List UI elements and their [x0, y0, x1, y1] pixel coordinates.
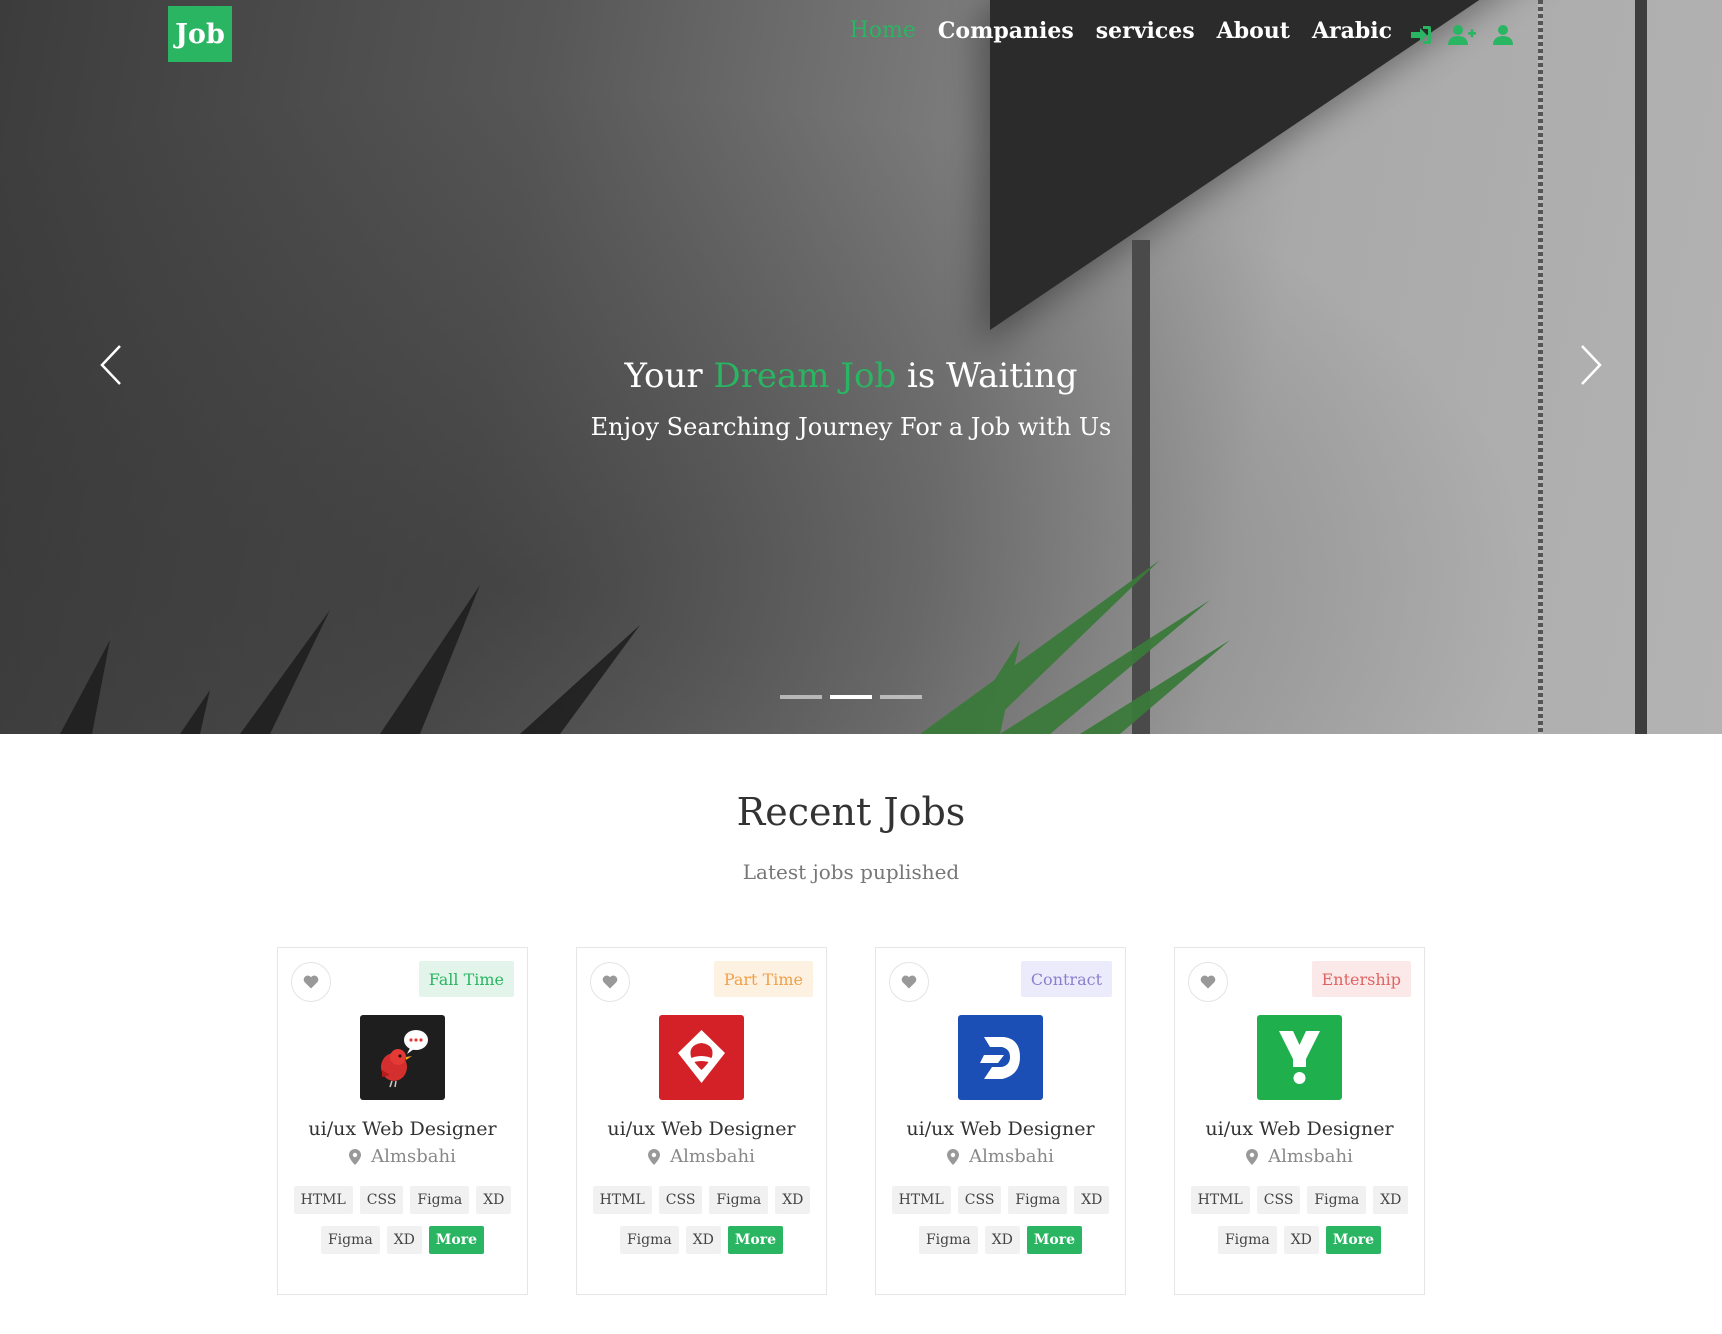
skill-tag: Figma [1008, 1186, 1068, 1214]
skill-tag: XD [1373, 1186, 1409, 1214]
skill-tags: HTML CSS Figma XD [278, 1186, 527, 1214]
job-location-text: Almsbahi [371, 1146, 456, 1167]
nav-home[interactable]: Home [850, 18, 916, 44]
job-card[interactable]: Fall Time ui/ux Web Designer Almsbahi HT… [277, 947, 528, 1295]
skill-tag: XD [386, 1226, 422, 1254]
skill-tag: Figma [709, 1186, 769, 1214]
heart-icon[interactable] [1188, 962, 1228, 1002]
skill-tag: XD [984, 1226, 1020, 1254]
skill-tags: HTML CSS Figma XD [1175, 1186, 1424, 1214]
job-card[interactable]: Part Time ui/ux Web Designer Almsbahi HT… [576, 947, 827, 1295]
carousel-indicator-1[interactable] [780, 695, 822, 699]
nav-account-icons [1407, 22, 1517, 48]
skill-tag: CSS [359, 1186, 404, 1214]
more-button[interactable]: More [1026, 1226, 1083, 1254]
skill-tag: XD [685, 1226, 721, 1254]
skill-tag: CSS [1256, 1186, 1301, 1214]
job-title[interactable]: ui/ux Web Designer [577, 1118, 826, 1140]
job-type-badge: Entership [1311, 961, 1411, 997]
recent-jobs-title: Recent Jobs [736, 790, 966, 834]
heart-icon[interactable] [590, 962, 630, 1002]
map-pin-icon [947, 1148, 960, 1165]
skill-tag: Figma [320, 1226, 380, 1254]
skill-tags: Figma XD More [876, 1226, 1125, 1254]
job-location-text: Almsbahi [1268, 1146, 1353, 1167]
skill-tags: HTML CSS Figma XD [876, 1186, 1125, 1214]
skill-tag: XD [1283, 1226, 1319, 1254]
nav-services[interactable]: services [1096, 18, 1195, 44]
sign-in-icon[interactable] [1407, 22, 1435, 48]
skill-tag: HTML [592, 1186, 652, 1214]
company-logo [659, 1015, 744, 1100]
job-location-text: Almsbahi [670, 1146, 755, 1167]
carousel-indicator-2[interactable] [830, 695, 872, 699]
skill-tags: Figma XD More [278, 1226, 527, 1254]
skill-tags: Figma XD More [577, 1226, 826, 1254]
skill-tag: Figma [1217, 1226, 1277, 1254]
main-nav: Home Companies services About Arabic [850, 18, 1392, 44]
heart-icon[interactable] [889, 962, 929, 1002]
user-icon[interactable] [1489, 22, 1517, 48]
skill-tags: Figma XD More [1175, 1226, 1424, 1254]
job-card[interactable]: Entership ui/ux Web Designer Almsbahi HT… [1174, 947, 1425, 1295]
company-logo [360, 1015, 445, 1100]
skill-tag: HTML [891, 1186, 951, 1214]
job-location: Almsbahi [278, 1146, 527, 1167]
nav-about[interactable]: About [1217, 18, 1290, 44]
blue-d-logo [980, 1037, 1020, 1079]
skill-tag: HTML [1190, 1186, 1250, 1214]
recent-jobs-subtitle: Latest jobs puplished [742, 860, 960, 884]
job-location: Almsbahi [876, 1146, 1125, 1167]
top-navbar: Job Home Companies services About Arabic [0, 0, 1722, 70]
job-type-badge: Fall Time [418, 961, 514, 997]
green-y-logo [1279, 1031, 1320, 1084]
skill-tag: Figma [1307, 1186, 1367, 1214]
company-logo [1257, 1015, 1342, 1100]
hero-title-after: is Waiting [896, 356, 1078, 396]
skill-tags: HTML CSS Figma XD [577, 1186, 826, 1214]
map-pin-icon [1246, 1148, 1259, 1165]
carousel-indicators [780, 695, 922, 699]
user-plus-icon[interactable] [1448, 22, 1476, 48]
job-location: Almsbahi [1175, 1146, 1424, 1167]
job-type-badge: Part Time [713, 961, 813, 997]
job-type-badge: Contract [1020, 961, 1112, 997]
skill-tag: Figma [918, 1226, 978, 1254]
skill-tag: Figma [410, 1186, 470, 1214]
bird-chat-logo [381, 1030, 428, 1088]
company-logo [958, 1015, 1043, 1100]
skill-tag: HTML [293, 1186, 353, 1214]
map-pin-icon [349, 1148, 362, 1165]
carousel-indicator-3[interactable] [880, 695, 922, 699]
job-title[interactable]: ui/ux Web Designer [1175, 1118, 1424, 1140]
job-title[interactable]: ui/ux Web Designer [876, 1118, 1125, 1140]
job-location-text: Almsbahi [969, 1146, 1054, 1167]
skill-tag: XD [1074, 1186, 1110, 1214]
more-button[interactable]: More [428, 1226, 485, 1254]
hero-title-before: Your [624, 356, 714, 396]
job-card[interactable]: Contract ui/ux Web Designer Almsbahi HTM… [875, 947, 1126, 1295]
hero-title: Your Dream Job is Waiting [0, 356, 1702, 396]
heart-icon[interactable] [291, 962, 331, 1002]
skill-tag: CSS [658, 1186, 703, 1214]
more-button[interactable]: More [727, 1226, 784, 1254]
skill-tag: CSS [957, 1186, 1002, 1214]
job-title[interactable]: ui/ux Web Designer [278, 1118, 527, 1140]
site-logo[interactable]: Job [168, 6, 232, 62]
hero-subtitle: Enjoy Searching Journey For a Job with U… [590, 413, 1112, 441]
skill-tag: Figma [619, 1226, 679, 1254]
nav-companies[interactable]: Companies [938, 18, 1074, 44]
hero-title-accent: Dream Job [713, 356, 897, 396]
map-pin-icon [648, 1148, 661, 1165]
job-location: Almsbahi [577, 1146, 826, 1167]
nav-arabic[interactable]: Arabic [1312, 18, 1392, 44]
more-button[interactable]: More [1325, 1226, 1382, 1254]
red-location-logo [678, 1030, 725, 1083]
skill-tag: XD [775, 1186, 811, 1214]
job-cards: Fall Time ui/ux Web Designer Almsbahi HT… [277, 947, 1425, 1295]
hero-carousel: Job Home Companies services About Arabic… [0, 0, 1722, 734]
skill-tag: XD [476, 1186, 512, 1214]
